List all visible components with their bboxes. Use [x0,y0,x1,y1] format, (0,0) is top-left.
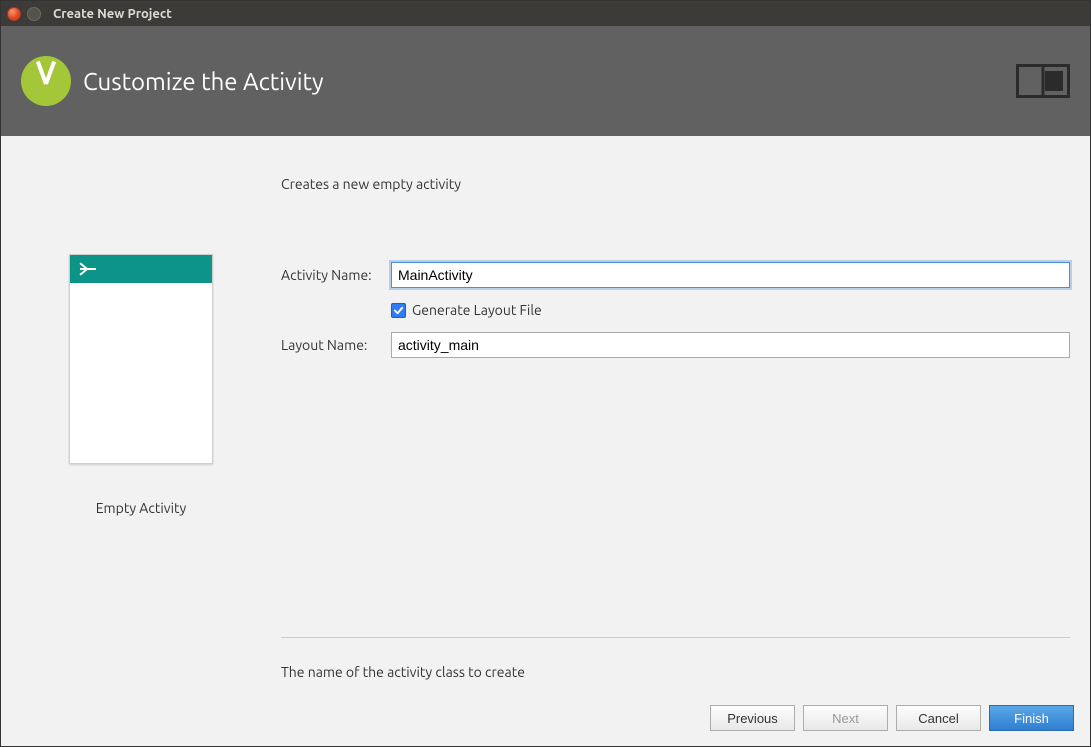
dialog-window: Create New Project Customize the Activit… [0,0,1091,747]
cancel-button[interactable]: Cancel [896,705,981,731]
activity-preview [69,254,213,464]
separator [281,637,1070,638]
preview-caption: Empty Activity [96,500,187,516]
layout-name-input[interactable] [391,332,1070,358]
wizard-footer: Previous Next Cancel Finish [1,690,1090,746]
form-column: Creates a new empty activity Activity Na… [261,176,1070,680]
layout-name-label: Layout Name: [281,337,391,353]
generate-layout-label: Generate Layout File [412,302,542,318]
activity-name-row: Activity Name: [281,262,1070,288]
back-arrow-icon [80,268,96,270]
titlebar[interactable]: Create New Project [1,1,1090,26]
android-studio-logo-icon [21,56,71,106]
generate-layout-row: Generate Layout File [281,302,1070,318]
field-hint: The name of the activity class to create [281,664,1070,680]
wizard-body: Empty Activity Creates a new empty activ… [1,136,1090,690]
checkmark-icon [393,305,404,316]
next-button: Next [803,705,888,731]
preview-appbar [70,255,212,283]
wizard-header: Customize the Activity [1,26,1090,136]
gallery-icon[interactable] [1016,64,1070,98]
minimize-icon[interactable] [27,7,41,21]
form-description: Creates a new empty activity [281,176,1070,192]
page-title: Customize the Activity [83,68,324,95]
close-icon[interactable] [7,7,21,21]
generate-layout-checkbox[interactable] [391,303,406,318]
layout-name-row: Layout Name: [281,332,1070,358]
preview-column: Empty Activity [21,176,261,680]
activity-name-label: Activity Name: [281,267,391,283]
activity-name-input[interactable] [391,262,1070,288]
window-title: Create New Project [53,7,172,21]
previous-button[interactable]: Previous [710,705,795,731]
finish-button[interactable]: Finish [989,705,1074,731]
